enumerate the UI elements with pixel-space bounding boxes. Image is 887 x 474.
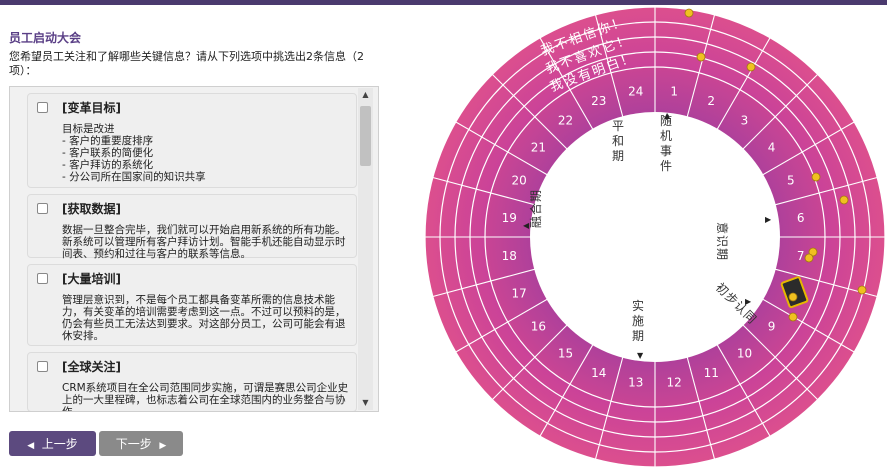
indicator-dot-icon bbox=[839, 195, 849, 205]
phase-arrow-icon: ▶ bbox=[765, 215, 772, 224]
phase-label: 融合期 bbox=[528, 190, 543, 228]
change-curve-wheel: 123456789101112131415161718192021222324我… bbox=[424, 6, 886, 468]
phase-label-char: 件 bbox=[660, 159, 672, 173]
wheel-number: 18 bbox=[502, 249, 517, 263]
wheel-number: 11 bbox=[704, 366, 719, 380]
wheel-number: 23 bbox=[591, 94, 606, 108]
indicator-dot-icon bbox=[811, 172, 821, 182]
wheel-number: 17 bbox=[512, 286, 527, 300]
wheel-number: 4 bbox=[768, 141, 776, 155]
phase-label-char: 期 bbox=[715, 248, 729, 260]
phase-label-char: 识 bbox=[715, 235, 729, 247]
phase-label-char: 实 bbox=[632, 298, 644, 313]
phase-label-char: 期 bbox=[632, 329, 644, 343]
phase-label: 实施期 bbox=[632, 298, 644, 343]
phase-label-char: 事 bbox=[660, 144, 672, 158]
wheel-number: 5 bbox=[787, 174, 795, 188]
indicator-dot-icon bbox=[788, 312, 798, 322]
wheel-number: 7 bbox=[797, 249, 805, 263]
wheel-number: 16 bbox=[531, 319, 546, 333]
phase-label-char: 期 bbox=[612, 149, 624, 163]
phase-label-char: 平 bbox=[612, 119, 624, 133]
wheel-number: 15 bbox=[558, 347, 573, 361]
wheel-number: 19 bbox=[502, 211, 517, 225]
wheel-number: 1 bbox=[670, 84, 678, 98]
wheel-number: 10 bbox=[737, 347, 752, 361]
indicator-dot-icon bbox=[804, 253, 814, 263]
wheel-number: 14 bbox=[591, 366, 606, 380]
wheel-number: 9 bbox=[768, 319, 776, 333]
phase-arrow-icon: ▼ bbox=[637, 351, 644, 360]
wheel-inner-disc bbox=[530, 112, 780, 362]
phase-label: 平和期 bbox=[612, 119, 624, 163]
wheel-number: 3 bbox=[741, 113, 749, 127]
wheel-number: 24 bbox=[628, 84, 643, 98]
indicator-dot-icon bbox=[746, 62, 756, 72]
indicator-dot-icon bbox=[788, 292, 798, 302]
phase-label-char: 合 bbox=[528, 203, 543, 215]
phase-label: 意识期 bbox=[715, 222, 730, 260]
indicator-dot-icon bbox=[696, 52, 706, 62]
phase-arrow-icon: ▲ bbox=[664, 111, 671, 120]
wheel-number: 22 bbox=[558, 113, 573, 127]
wheel-number: 12 bbox=[667, 376, 682, 390]
phase-arrow-icon: ◀ bbox=[523, 221, 530, 230]
wheel-number: 21 bbox=[531, 141, 546, 155]
phase-arrow-icon: ▶ bbox=[745, 297, 752, 306]
wheel-number: 2 bbox=[707, 94, 715, 108]
phase-label-char: 机 bbox=[660, 129, 672, 143]
indicator-dot-icon bbox=[857, 285, 867, 295]
phase-label-char: 期 bbox=[529, 190, 543, 202]
phase-label-char: 意 bbox=[715, 222, 730, 234]
wheel-number: 20 bbox=[512, 174, 527, 188]
phase-label-char: 融 bbox=[529, 216, 543, 228]
wheel-number: 6 bbox=[797, 211, 805, 225]
phase-label-char: 施 bbox=[632, 314, 644, 328]
phase-label-char: 和 bbox=[612, 134, 624, 148]
indicator-dot-icon bbox=[684, 8, 694, 18]
wheel-number: 13 bbox=[628, 376, 643, 390]
